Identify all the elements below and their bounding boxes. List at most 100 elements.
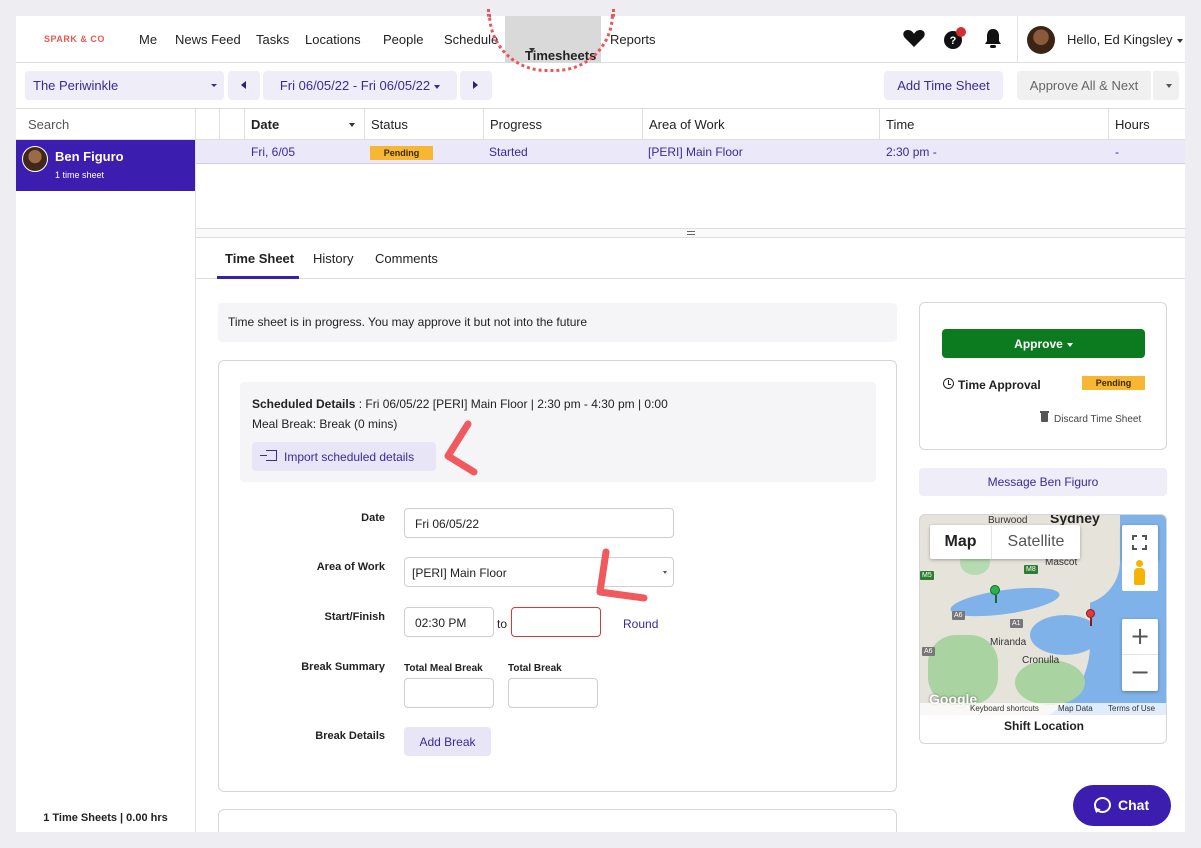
table-header-progress[interactable]: Progress [484,109,643,140]
time-sheet-form: Scheduled Details : Fri 06/05/22 [PERI] … [218,360,897,792]
search-input[interactable]: Search [16,109,195,140]
approve-button-label: Approve [1014,337,1063,351]
approve-all-dropdown-button[interactable] [1153,71,1179,100]
map-place-label: Miranda [990,637,1027,648]
area-of-work-value: [PERI] Main Floor [412,566,507,580]
finish-time-field[interactable] [511,607,601,637]
nav-item-me[interactable]: Me [139,32,157,47]
map-data-link[interactable]: Map Data [1058,704,1093,713]
table-header-time[interactable]: Time [880,109,1109,140]
keyboard-shortcuts-link[interactable]: Keyboard shortcuts [970,704,1039,713]
map-park [1015,660,1085,705]
tab-history[interactable]: History [313,251,353,266]
pane-splitter[interactable] [196,228,1185,238]
terms-of-use-link[interactable]: Terms of Use [1108,704,1155,713]
table-header-area[interactable]: Area of Work [643,109,880,140]
scheduled-details: Scheduled Details : Fri 06/05/22 [PERI] … [252,397,668,411]
map-pin-red-icon[interactable] [1086,609,1095,626]
chat-label: Chat [1118,797,1150,813]
map-type-satellite-button[interactable]: Satellite [992,525,1080,559]
nav-item-news-feed[interactable]: News Feed [175,32,241,47]
map-place-label: Cronulla [1022,655,1060,666]
approve-button[interactable]: Approve [942,329,1145,358]
people-sidebar: Search Ben Figuro 1 time sheet 1 Time Sh… [16,109,196,832]
app-frame: SPARK & CO Me News Feed Tasks Locations … [16,16,1185,832]
total-break-field[interactable] [508,678,598,708]
active-tab-indicator [217,276,299,279]
prev-date-button[interactable] [228,71,260,100]
chevron-down-icon [211,84,217,87]
user-menu[interactable]: Hello, Ed Kingsley [1067,32,1183,47]
annotation-check-icon [596,548,648,602]
road-badge: A1 [1010,619,1023,628]
cell-area: [PERI] Main Floor [648,145,743,159]
nav-item-tasks[interactable]: Tasks [256,32,289,47]
toolbar: The Periwinkle Fri 06/05/22 - Fri 06/05/… [16,63,1185,109]
map[interactable]: Burwood Sydney Mascot Miranda Cronulla M… [920,515,1166,715]
road-badge: M8 [1024,565,1038,574]
person-name: Ben Figuro [55,149,124,164]
import-scheduled-details-button[interactable]: Import scheduled details [252,442,436,471]
approve-all-next-button[interactable]: Approve All & Next [1017,71,1151,100]
zoom-control: + − [1122,619,1158,691]
table-header-date[interactable]: Date [245,109,365,140]
avatar[interactable] [1027,26,1055,54]
table-row[interactable]: Fri, 6/05 Pending Started [PERI] Main Fl… [196,140,1185,164]
road-badge: A6 [952,611,965,620]
round-button[interactable]: Round [623,617,658,631]
discard-time-sheet-button[interactable]: Discard Time Sheet [1054,414,1141,425]
nav-divider [1017,16,1018,63]
annotation-arrow-icon [444,420,478,476]
help-icon[interactable]: ? [942,27,968,51]
table-header-select[interactable] [196,109,220,140]
detail-tabs: Time Sheet History Comments [196,238,1185,279]
person-timesheet-count: 1 time sheet [55,170,105,180]
import-icon [260,450,277,461]
sidebar-item-ben-figuro[interactable]: Ben Figuro 1 time sheet [16,140,195,191]
table-header-hours[interactable]: Hours [1109,109,1185,140]
zoom-in-button[interactable]: + [1122,619,1158,655]
sort-icon [349,123,355,127]
tab-comments[interactable]: Comments [375,251,438,266]
info-banner: Time sheet is in progress. You may appro… [218,303,897,342]
heart-icon[interactable] [902,27,926,49]
shift-location-card: Burwood Sydney Mascot Miranda Cronulla M… [919,514,1167,744]
chevron-left-icon [241,81,246,89]
start-time-field[interactable]: 02:30 PM [404,607,494,637]
date-field[interactable]: Fri 06/05/22 [404,508,674,538]
chat-button[interactable]: Chat [1073,785,1171,826]
zoom-out-button[interactable]: − [1122,655,1158,691]
nav-item-locations[interactable]: Locations [305,32,361,47]
to-label: to [497,617,508,631]
map-type-map-button[interactable]: Map [930,525,992,559]
cell-time: 2:30 pm - [886,145,937,159]
chevron-right-icon [473,81,478,89]
tab-time-sheet[interactable]: Time Sheet [225,251,294,266]
table-header-status[interactable]: Status [365,109,484,140]
table-header-expand [220,109,245,140]
total-meal-break-field[interactable] [404,678,494,708]
map-pin-green-icon[interactable] [990,585,1000,603]
scheduled-details-panel: Scheduled Details : Fri 06/05/22 [PERI] … [240,382,876,482]
location-select[interactable]: The Periwinkle [25,71,224,100]
clock-icon [943,378,954,389]
map-type-control: Map Satellite [930,525,1080,559]
add-time-sheet-button[interactable]: Add Time Sheet [884,71,1003,100]
street-view-pegman[interactable] [1122,553,1158,591]
status-badge: Pending [1082,376,1145,390]
location-select-value: The Periwinkle [33,78,119,93]
next-date-button[interactable] [460,71,492,100]
bell-icon[interactable] [983,27,1003,51]
add-break-button[interactable]: Add Break [404,727,491,756]
meal-break-summary: Meal Break: Break (0 mins) [252,417,398,431]
chevron-down-icon [1066,342,1073,347]
date-range-select[interactable]: Fri 06/05/22 - Fri 06/05/22 [263,71,457,100]
total-break-label: Total Break [508,663,562,674]
chat-icon [1094,797,1111,813]
scheduled-details-value: : Fri 06/05/22 [PERI] Main Floor | 2:30 … [355,397,668,411]
message-employee-button[interactable]: Message Ben Figuro [919,468,1167,496]
nav-item-reports[interactable]: Reports [610,32,656,47]
shift-location-caption: Shift Location [1004,719,1084,733]
nav-item-schedule[interactable]: Schedule [444,32,498,47]
nav-item-people[interactable]: People [383,32,423,47]
